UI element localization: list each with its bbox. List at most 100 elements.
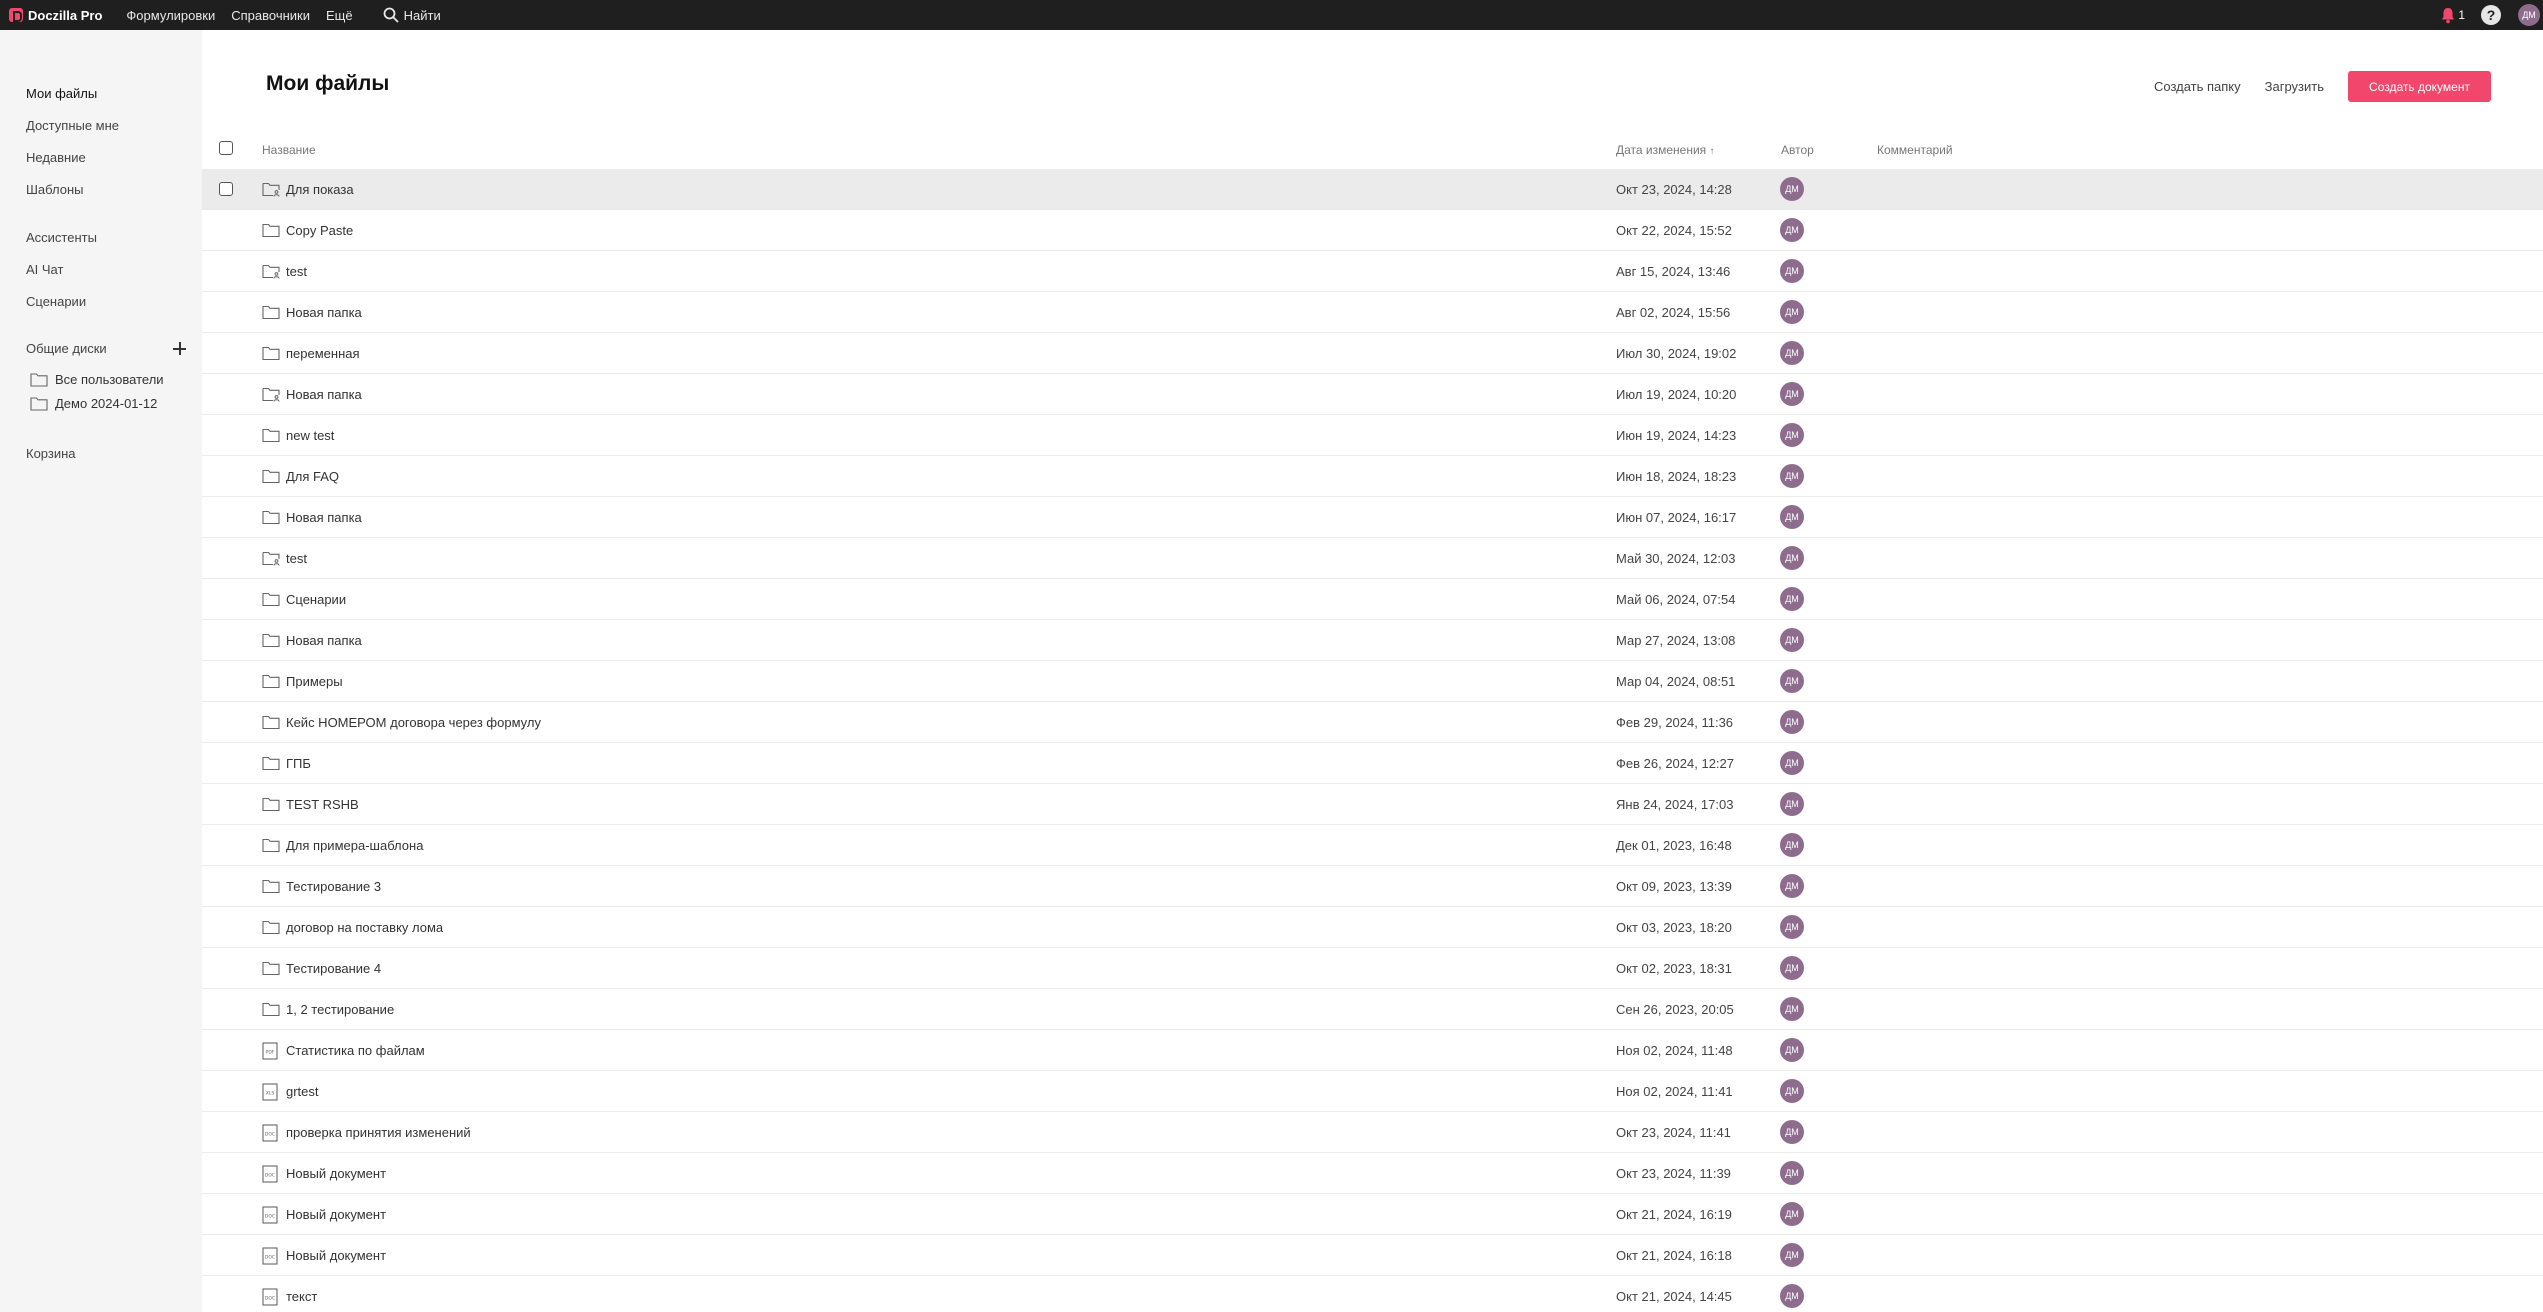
table-row[interactable]: Тестирование 4 Окт 02, 2023, 18:31 ДМ	[202, 948, 2543, 989]
file-name[interactable]: Новая папка	[286, 633, 362, 648]
file-name[interactable]: Примеры	[286, 674, 343, 689]
file-name[interactable]: Статистика по файлам	[286, 1043, 425, 1058]
table-row[interactable]: 1, 2 тестирование Сен 26, 2023, 20:05 ДМ	[202, 989, 2543, 1030]
file-name[interactable]: переменная	[286, 346, 360, 361]
sidebar-item-my-files[interactable]: Мои файлы	[26, 86, 97, 101]
table-row[interactable]: Для FAQ Июн 18, 2024, 18:23 ДМ	[202, 456, 2543, 497]
nav-directories[interactable]: Справочники	[231, 8, 310, 23]
file-name[interactable]: Для FAQ	[286, 469, 339, 484]
help-icon[interactable]: ?	[2481, 5, 2501, 25]
table-row[interactable]: Copy Paste Окт 22, 2024, 15:52 ДМ	[202, 210, 2543, 251]
table-row[interactable]: переменная Июл 30, 2024, 19:02 ДМ	[202, 333, 2543, 374]
file-name[interactable]: grtest	[286, 1084, 319, 1099]
sidebar-item-shared-with-me[interactable]: Доступные мне	[26, 118, 119, 133]
table-row[interactable]: Новая папка Июл 19, 2024, 10:20 ДМ	[202, 374, 2543, 415]
file-name[interactable]: Сценарии	[286, 592, 346, 607]
sidebar-item-recent[interactable]: Недавние	[26, 150, 86, 165]
author-avatar: ДМ	[1780, 546, 1804, 570]
sidebar-item-templates[interactable]: Шаблоны	[26, 182, 84, 197]
sidebar-item-scenarios[interactable]: Сценарии	[26, 294, 86, 309]
author-avatar: ДМ	[1780, 1284, 1804, 1308]
sidebar-item-assistants[interactable]: Ассистенты	[26, 230, 97, 245]
upload-button[interactable]: Загрузить	[2265, 79, 2324, 94]
file-name[interactable]: 1, 2 тестирование	[286, 1002, 394, 1017]
column-header-name[interactable]: Название	[262, 143, 316, 157]
table-row[interactable]: test Авг 15, 2024, 13:46 ДМ	[202, 251, 2543, 292]
file-name[interactable]: Для примера-шаблона	[286, 838, 423, 853]
table-row[interactable]: Для примера-шаблона Дек 01, 2023, 16:48 ДМ	[202, 825, 2543, 866]
modified-date: Фев 26, 2024, 12:27	[1616, 756, 1734, 771]
table-row[interactable]: Сценарии Май 06, 2024, 07:54 ДМ	[202, 579, 2543, 620]
file-name[interactable]: Тестирование 4	[286, 961, 381, 976]
modified-date: Ноя 02, 2024, 11:48	[1616, 1043, 1733, 1058]
file-name[interactable]: Новый документ	[286, 1248, 386, 1263]
table-row[interactable]: Тестирование 3 Окт 09, 2023, 13:39 ДМ	[202, 866, 2543, 907]
brand-logo[interactable]: Doczilla Pro	[9, 8, 102, 23]
table-row[interactable]: XLS grtest Ноя 02, 2024, 11:41 ДМ	[202, 1071, 2543, 1112]
file-name[interactable]: проверка принятия изменений	[286, 1125, 471, 1140]
file-name[interactable]: Новая папка	[286, 510, 362, 525]
table-row[interactable]: DOC Новый документ Окт 21, 2024, 16:18 ДМ	[202, 1235, 2543, 1276]
column-header-author[interactable]: Автор	[1781, 143, 1814, 157]
modified-date: Май 30, 2024, 12:03	[1616, 551, 1736, 566]
nav-formulations[interactable]: Формулировки	[126, 8, 215, 23]
shared-disk-demo[interactable]: Демо 2024-01-12	[30, 396, 157, 411]
file-name[interactable]: Для показа	[286, 182, 354, 197]
notifications-button[interactable]: 1	[2440, 7, 2465, 24]
pdf-file-icon: PDF	[262, 1042, 278, 1065]
column-header-date[interactable]: Дата изменения ↑	[1616, 143, 1715, 157]
sidebar-item-ai-chat[interactable]: AI Чат	[26, 262, 63, 277]
file-name[interactable]: Тестирование 3	[286, 879, 381, 894]
column-header-date-label: Дата изменения	[1616, 143, 1707, 157]
table-row[interactable]: Кейс НОМЕРОМ договора через формулу Фев 2…	[202, 702, 2543, 743]
table-row[interactable]: new test Июн 19, 2024, 14:23 ДМ	[202, 415, 2543, 456]
sidebar-item-trash[interactable]: Корзина	[26, 446, 76, 461]
file-name[interactable]: test	[286, 264, 307, 279]
file-name[interactable]: Новый документ	[286, 1207, 386, 1222]
author-avatar: ДМ	[1780, 751, 1804, 775]
add-shared-disk-icon[interactable]	[172, 341, 187, 356]
file-name[interactable]: Кейс НОМЕРОМ договора через формулу	[286, 715, 541, 730]
select-all-checkbox[interactable]	[219, 141, 233, 155]
nav-more[interactable]: Ещё	[326, 8, 353, 23]
file-name[interactable]: Copy Paste	[286, 223, 353, 238]
modified-date: Июн 07, 2024, 16:17	[1616, 510, 1737, 525]
table-row[interactable]: test Май 30, 2024, 12:03 ДМ	[202, 538, 2543, 579]
table-row[interactable]: DOC Новый документ Окт 23, 2024, 11:39 ДМ	[202, 1153, 2543, 1194]
file-name[interactable]: Новая папка	[286, 387, 362, 402]
column-header-comment[interactable]: Комментарий	[1877, 143, 1953, 157]
table-row[interactable]: PDF Статистика по файлам Ноя 02, 2024, 11:…	[202, 1030, 2543, 1071]
table-row[interactable]: TEST RSHB Янв 24, 2024, 17:03 ДМ	[202, 784, 2543, 825]
create-folder-button[interactable]: Создать папку	[2154, 79, 2241, 94]
row-checkbox[interactable]	[219, 182, 233, 196]
table-row[interactable]: Новая папка Авг 02, 2024, 15:56 ДМ	[202, 292, 2543, 333]
table-row[interactable]: договор на поставку лома Окт 03, 2023, 18…	[202, 907, 2543, 948]
author-avatar: ДМ	[1780, 1243, 1804, 1267]
folder-icon	[262, 714, 280, 735]
table-row[interactable]: Новая папка Мар 27, 2024, 13:08 ДМ	[202, 620, 2543, 661]
file-name[interactable]: Новый документ	[286, 1166, 386, 1181]
file-name[interactable]: test	[286, 551, 307, 566]
table-row[interactable]: Новая папка Июн 07, 2024, 16:17 ДМ	[202, 497, 2543, 538]
table-row[interactable]: DOC текст Окт 21, 2024, 14:45 ДМ	[202, 1276, 2543, 1312]
table-row[interactable]: DOC проверка принятия изменений Окт 23, 20…	[202, 1112, 2543, 1153]
file-name[interactable]: new test	[286, 428, 334, 443]
create-document-button[interactable]: Создать документ	[2348, 71, 2491, 102]
file-name[interactable]: Новая папка	[286, 305, 362, 320]
table-row[interactable]: Для показа Окт 23, 2024, 14:28 ДМ	[202, 169, 2543, 210]
table-row[interactable]: ГПБ Фев 26, 2024, 12:27 ДМ	[202, 743, 2543, 784]
table-row[interactable]: DOC Новый документ Окт 21, 2024, 16:19 ДМ	[202, 1194, 2543, 1235]
author-avatar: ДМ	[1780, 464, 1804, 488]
file-name[interactable]: текст	[286, 1289, 317, 1304]
modified-date: Июн 19, 2024, 14:23	[1616, 428, 1737, 443]
user-avatar[interactable]: ДМ	[2518, 4, 2540, 26]
file-name[interactable]: договор на поставку лома	[286, 920, 443, 935]
docx-file-icon: DOC	[262, 1247, 278, 1270]
shared-disk-all-users[interactable]: Все пользователи	[30, 372, 164, 387]
file-name[interactable]: ГПБ	[286, 756, 311, 771]
search-button[interactable]: Найти	[383, 7, 441, 23]
table-row[interactable]: Примеры Мар 04, 2024, 08:51 ДМ	[202, 661, 2543, 702]
file-name[interactable]: TEST RSHB	[286, 797, 359, 812]
table-header: Название Дата изменения ↑ Автор Коммента…	[202, 133, 2543, 167]
author-avatar: ДМ	[1780, 177, 1804, 201]
